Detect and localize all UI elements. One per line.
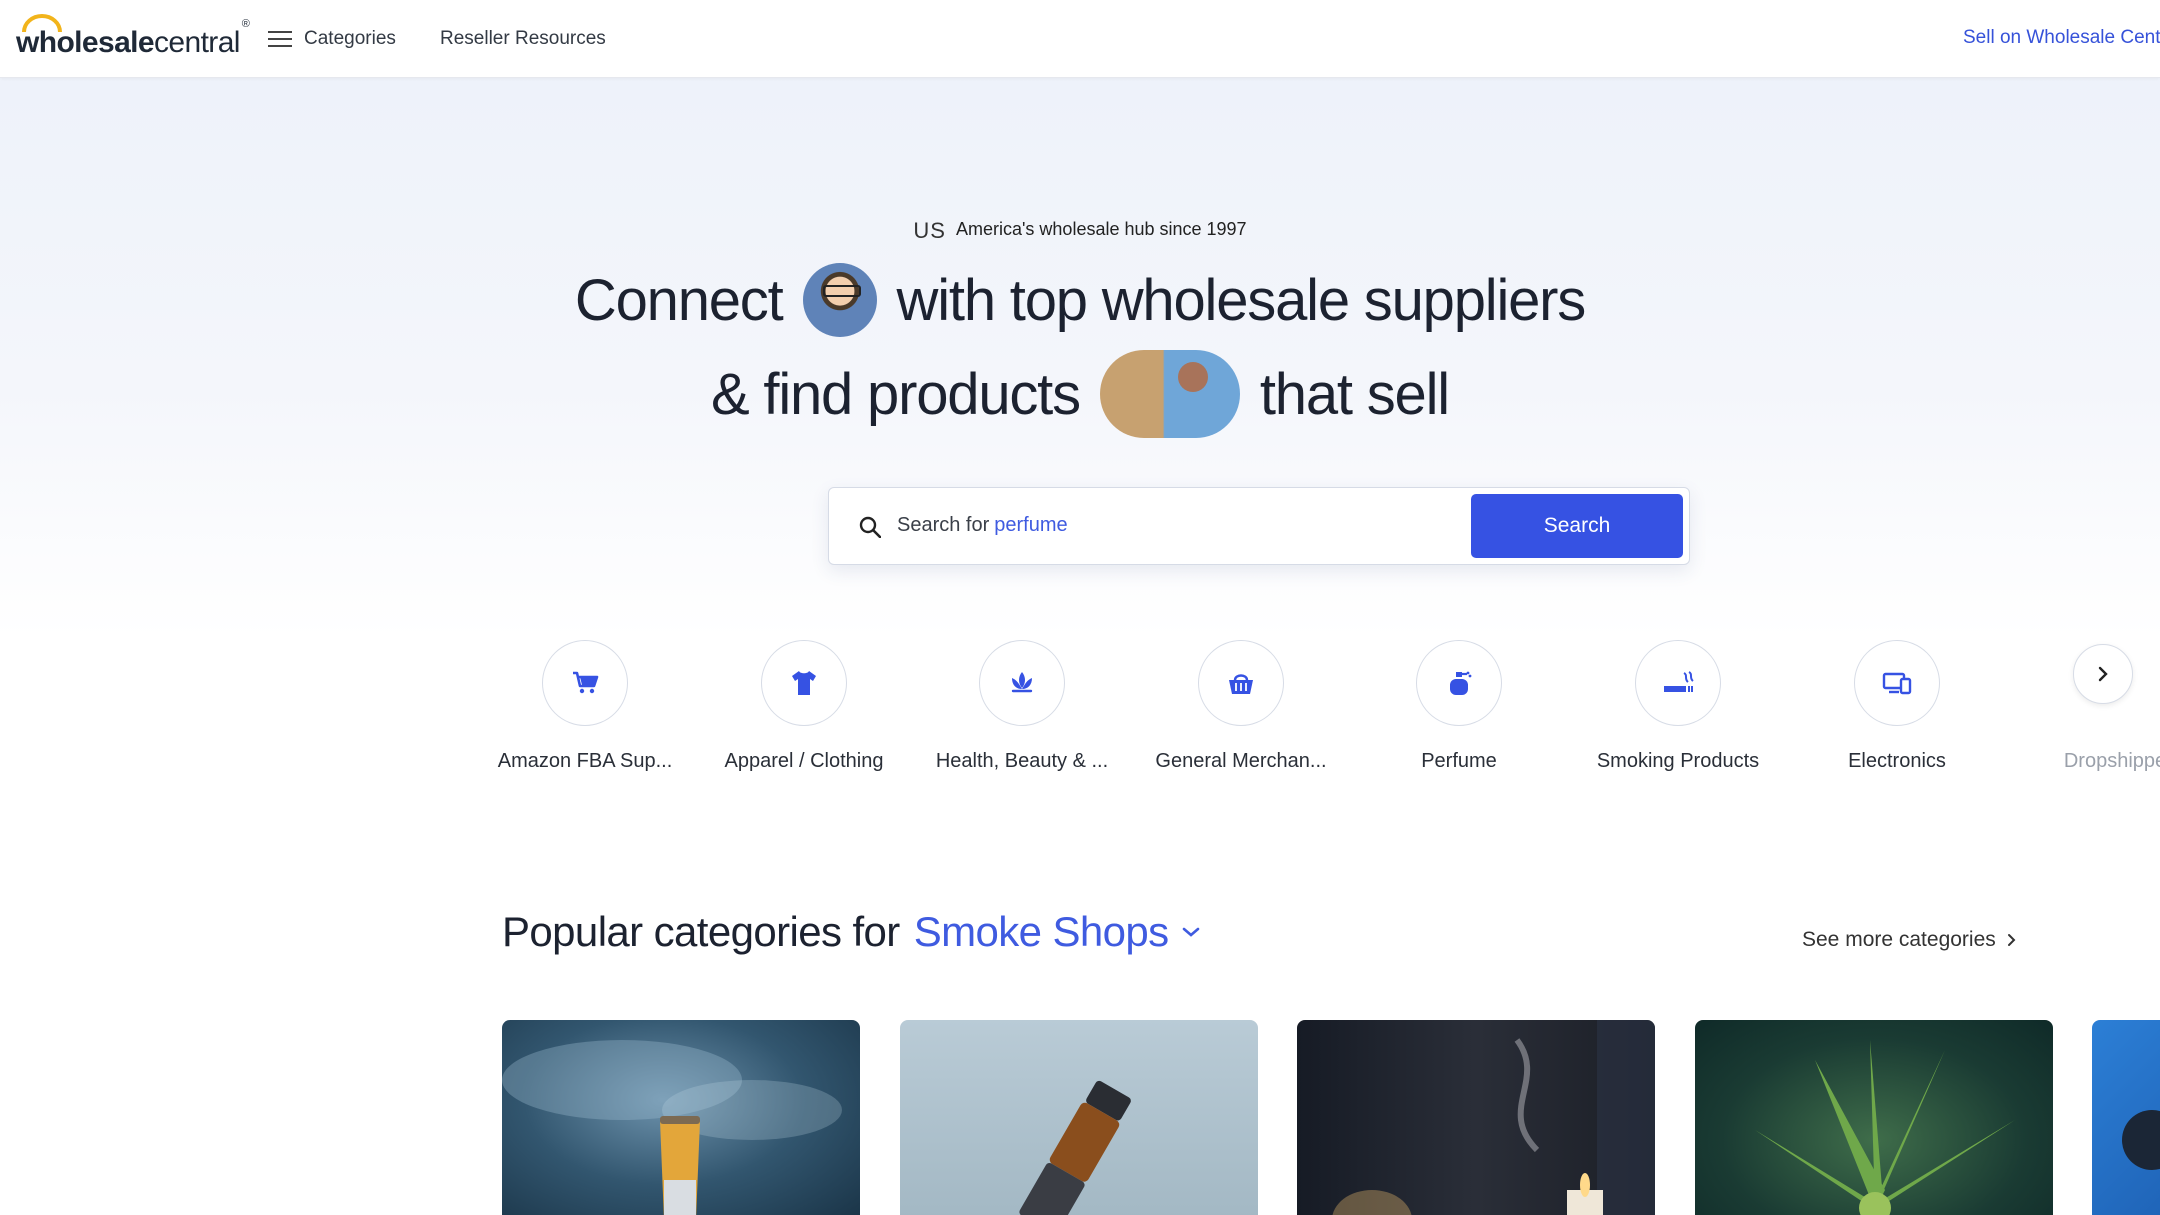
category-label: Perfume xyxy=(1421,750,1497,772)
popular-title-prefix: Popular categories for xyxy=(502,908,900,955)
category-card-vape-tanks[interactable] xyxy=(900,1020,1258,1215)
popular-category-cards xyxy=(0,1020,2160,1215)
category-icon-circle xyxy=(542,640,628,726)
category-label: Smoking Products xyxy=(1596,750,1760,772)
category-general-merchandise[interactable]: General Merchan... xyxy=(1136,640,1346,773)
category-amazon-fba[interactable]: Amazon FBA Sup... xyxy=(480,640,690,773)
hub-tagline: US America's wholesale hub since 1997 xyxy=(0,218,2160,244)
tagline-text: America's wholesale hub since 1997 xyxy=(955,219,1247,239)
category-card-vapes[interactable] xyxy=(502,1020,860,1215)
sell-on-wholesale-central-link[interactable]: Sell on Wholesale Cent xyxy=(1963,27,2160,49)
search-bar: Search for perfume Search xyxy=(828,487,1690,565)
category-smoking-products[interactable]: Smoking Products xyxy=(1573,640,1783,773)
cigarette-icon xyxy=(1664,671,1694,692)
logo-arc-icon xyxy=(22,14,62,33)
category-electronics[interactable]: Electronics xyxy=(1792,640,2002,773)
category-icon-circle xyxy=(1416,640,1502,726)
cannabis-leaf-image xyxy=(1755,1040,2015,1215)
category-apparel-clothing[interactable]: Apparel / Clothing xyxy=(699,640,909,773)
headline-connect: Connect xyxy=(574,267,784,333)
logo-text-light: central xyxy=(154,26,240,59)
search-placeholder-prefix: Search for xyxy=(897,514,990,536)
warehouse-worker-image xyxy=(1099,350,1240,438)
category-carousel: Amazon FBA Sup... Apparel / Clothing Hea… xyxy=(0,640,2160,780)
perfume-icon xyxy=(1450,671,1472,695)
category-card-hemp[interactable] xyxy=(1695,1020,2053,1215)
categories-menu-button[interactable]: Categories xyxy=(268,22,396,56)
category-label: Amazon FBA Sup... xyxy=(497,750,673,772)
top-navigation-bar: wholesale central ® Categories Reseller … xyxy=(0,0,2160,78)
wholesale-central-logo[interactable]: wholesale central ® xyxy=(16,14,250,60)
search-icon xyxy=(859,516,881,538)
category-health-beauty[interactable]: Health, Beauty & ... xyxy=(917,640,1127,773)
search-button[interactable]: Search xyxy=(1471,494,1683,558)
chevron-right-small-icon xyxy=(2007,934,2016,946)
segment-selected: Smoke Shops xyxy=(913,908,1169,955)
category-icon-circle xyxy=(1198,640,1284,726)
incense-candle-image xyxy=(1332,1020,1655,1215)
partial-card-image xyxy=(2122,1110,2160,1170)
logo-registered-mark: ® xyxy=(241,18,250,30)
reseller-resources-label: Reseller Resources xyxy=(440,28,606,49)
categories-label: Categories xyxy=(304,28,396,49)
devices-icon xyxy=(1882,672,1912,695)
cart-icon xyxy=(573,671,599,694)
see-more-categories-link[interactable]: See more categories xyxy=(1802,928,2016,952)
category-icon-circle xyxy=(1854,640,1940,726)
category-icon-circle xyxy=(1635,640,1721,726)
vape-pen-image xyxy=(502,1040,842,1215)
chevron-down-icon xyxy=(1182,927,1199,937)
lotus-icon xyxy=(1011,672,1033,693)
us-flag-label: US xyxy=(913,218,946,243)
carousel-next-button[interactable] xyxy=(2073,644,2133,704)
category-card-incense[interactable] xyxy=(1297,1020,1655,1215)
category-label: General Merchan... xyxy=(1155,750,1327,772)
see-more-label: See more categories xyxy=(1802,928,1996,951)
category-card-partial[interactable] xyxy=(2092,1020,2160,1215)
reseller-resources-link[interactable]: Reseller Resources xyxy=(440,22,606,56)
popular-categories-heading: Popular categories for Smoke Shops xyxy=(502,908,1201,956)
category-icon-circle xyxy=(761,640,847,726)
basket-icon xyxy=(1229,674,1253,694)
vape-tank-image xyxy=(1019,1080,1131,1215)
headline-find-products: & find products xyxy=(711,361,1081,427)
category-perfume[interactable]: Perfume xyxy=(1354,640,1564,773)
headline-that-sell: that sell xyxy=(1259,361,1450,427)
search-placeholder-hint: perfume xyxy=(994,514,1068,536)
hamburger-menu-icon xyxy=(268,30,292,48)
search-input[interactable]: Search for perfume xyxy=(897,488,1457,563)
headline-line-1: Connect with top wholesale suppliers xyxy=(0,263,2160,337)
headline-line-2: & find products that sell xyxy=(0,350,2160,438)
category-icon-circle xyxy=(979,640,1065,726)
supplier-avatar-image xyxy=(802,263,877,337)
category-label: Electronics xyxy=(1848,750,1946,772)
category-label: Health, Beauty & ... xyxy=(935,750,1109,772)
segment-dropdown[interactable]: Smoke Shops xyxy=(914,908,1201,956)
headline-suppliers: with top wholesale suppliers xyxy=(896,267,1587,333)
chevron-right-icon xyxy=(2098,666,2108,682)
category-label: Apparel / Clothing xyxy=(724,750,884,772)
category-label: Dropshippe xyxy=(2063,750,2160,772)
shirt-icon xyxy=(792,671,816,695)
